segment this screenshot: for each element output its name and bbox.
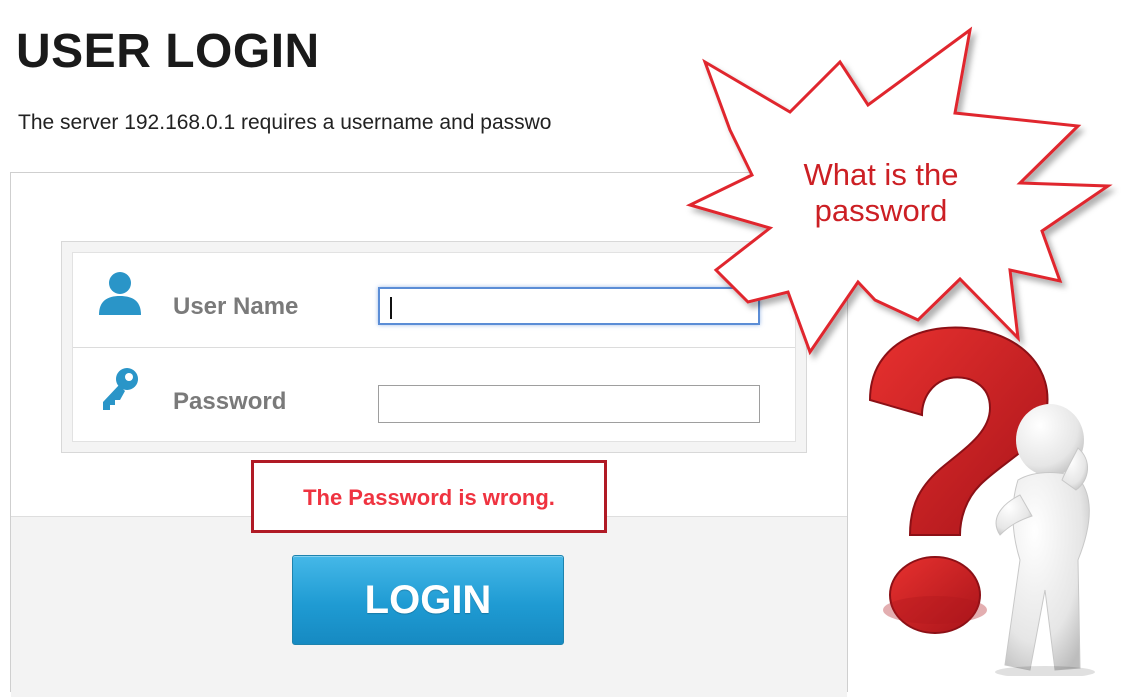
error-message: The Password is wrong. <box>303 485 555 510</box>
form-fields: User Name Password <box>72 252 796 442</box>
user-icon <box>97 271 143 317</box>
login-panel: User Name Password The Password is wrong… <box>10 172 848 697</box>
text-cursor <box>390 297 392 319</box>
password-input[interactable] <box>378 385 760 423</box>
login-form: User Name Password <box>61 241 807 453</box>
login-button[interactable]: LOGIN <box>292 555 564 645</box>
key-icon <box>97 366 143 412</box>
username-row: User Name <box>73 253 795 348</box>
error-box: The Password is wrong. <box>251 460 607 533</box>
username-label: User Name <box>173 293 299 320</box>
password-row: Password <box>73 348 795 442</box>
callout-text: What is the password <box>771 157 991 229</box>
username-input[interactable] <box>378 287 760 325</box>
page-title: USER LOGIN <box>16 25 320 78</box>
password-label: Password <box>173 388 287 415</box>
server-message: The server 192.168.0.1 requires a userna… <box>18 111 552 134</box>
question-mark-figure-icon <box>868 326 1095 676</box>
callout-line-2: password <box>814 193 948 228</box>
callout-line-1: What is the <box>803 157 959 192</box>
